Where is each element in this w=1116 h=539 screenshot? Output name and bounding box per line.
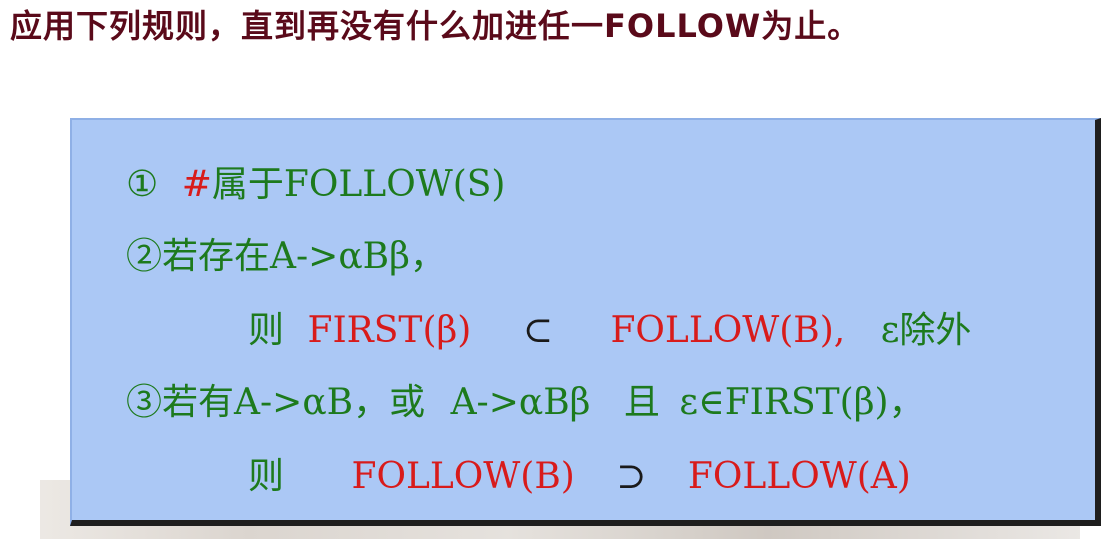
superset-symbol: ⊃	[616, 456, 647, 497]
rule-3-number: ③	[126, 382, 163, 423]
rule-2-except: ε除外	[880, 310, 972, 351]
rule-2-first: FIRST(β)	[307, 310, 472, 351]
rule-2-then: 则	[248, 310, 285, 351]
rule-3-consequence: 则 FOLLOW(B) ⊃ FOLLOW(A)	[248, 452, 911, 502]
rule-2-text: 若存在A->αBβ，	[162, 236, 446, 277]
rule-3-follow-b: FOLLOW(B)	[351, 456, 575, 497]
rule-1-text: 属于FOLLOW(S)	[211, 164, 506, 205]
rules-box: ① #属于FOLLOW(S) ②若存在A->αBβ， 则 FIRST(β) ⊂ …	[70, 118, 1101, 526]
rule-3-condition: ε∈FIRST(β)，	[679, 382, 925, 423]
rule-3: ③若有A->αB，或 A->αBβ 且 ε∈FIRST(β)，	[126, 378, 925, 428]
page-title: 应用下列规则，直到再没有什么加进任一FOLLOW为止。	[10, 7, 861, 45]
subset-symbol: ⊂	[522, 310, 553, 351]
rule-3-then: 则	[248, 456, 285, 497]
rule-2: ②若存在A->αBβ，	[126, 232, 446, 282]
rule-1-hash: #	[181, 164, 212, 205]
rule-1-number: ①	[126, 164, 159, 205]
rule-3-and: 且	[623, 382, 660, 423]
rule-2-follow: FOLLOW(B),	[610, 310, 846, 351]
rule-2-number: ②	[126, 236, 163, 277]
rule-1: ① #属于FOLLOW(S)	[126, 160, 505, 210]
rule-3-text: 若有A->αB，或	[162, 382, 426, 423]
rule-2-consequence: 则 FIRST(β) ⊂ FOLLOW(B), ε除外	[248, 306, 971, 356]
rule-3-follow-a: FOLLOW(A)	[687, 456, 911, 497]
rule-3-production: A->αBβ	[450, 382, 591, 423]
